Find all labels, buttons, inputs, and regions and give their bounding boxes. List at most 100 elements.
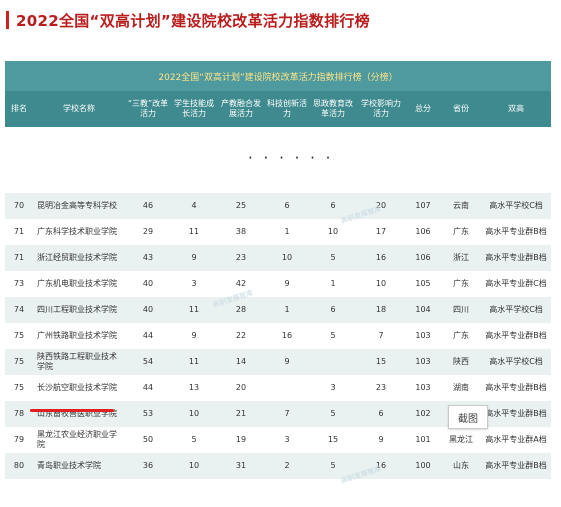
header-total: 总分 xyxy=(415,104,431,113)
cell-school: 四川工程职业技术学院 xyxy=(37,305,117,314)
header-skill-growth: 学生技能成长活力 xyxy=(174,99,214,118)
header-school: 学校名称 xyxy=(63,104,95,113)
cell-rank: 75 xyxy=(13,383,25,392)
cell-rank: 73 xyxy=(13,279,25,288)
cell-school-influence: 10 xyxy=(375,279,387,288)
cell-double-high: 高水平专业群B档 xyxy=(485,227,547,236)
cell-school-influence: 23 xyxy=(375,383,387,392)
cell-skill-growth: 3 xyxy=(191,279,197,288)
cell-tech-innovation: 2 xyxy=(284,461,290,470)
table-row: 74 四川工程职业技术学院 40 11 28 1 6 18 104 四川 高水平学校C档 xyxy=(5,297,551,323)
cell-school: 浙江经贸职业技术学院 xyxy=(37,253,117,262)
cell-industry-education: 42 xyxy=(235,279,247,288)
cell-teaching-reform: 40 xyxy=(142,279,154,288)
cell-industry-education: 31 xyxy=(235,461,247,470)
cell-province: 广东 xyxy=(453,331,469,340)
cell-school: 青岛职业技术学院 xyxy=(37,461,101,470)
table-row: 80 青岛职业技术学院 36 10 31 2 5 16 100 山东 高水平专业群B档 xyxy=(5,453,551,479)
cell-school-influence: 6 xyxy=(378,409,384,418)
cell-ideological-education: 10 xyxy=(327,227,339,236)
cell-total: 103 xyxy=(415,357,431,366)
cell-double-high: 高水平专业群B档 xyxy=(485,331,547,340)
header-teaching-reform: “三教”改革活力 xyxy=(127,99,169,118)
table-row: 79 黑龙江农业经济职业学院 50 5 19 3 15 9 101 黑龙江 高水平专业群A档 xyxy=(5,427,551,453)
cell-tech-innovation: 7 xyxy=(284,409,290,418)
cell-ideological-education: 5 xyxy=(330,461,336,470)
cell-ideological-education: 1 xyxy=(330,279,336,288)
cell-province: 湖南 xyxy=(453,383,469,392)
cell-ideological-education: 6 xyxy=(330,305,336,314)
cell-skill-growth: 4 xyxy=(191,201,197,210)
cell-school-influence: 17 xyxy=(375,227,387,236)
header-ideological-education: 思政教育改革活力 xyxy=(313,99,353,118)
cell-province: 广东 xyxy=(453,279,469,288)
cell-school-influence: 7 xyxy=(378,331,384,340)
table-row: 75 广州铁路职业技术学院 44 9 22 16 5 7 103 广东 高水平专业群B档 xyxy=(5,323,551,349)
cell-ideological-education: 3 xyxy=(330,383,336,392)
omitted-rows-gap: · · · · · · xyxy=(5,127,551,193)
cell-province: 浙江 xyxy=(453,253,469,262)
cell-province: 云南 xyxy=(453,201,469,210)
cell-rank: 80 xyxy=(13,461,25,470)
cell-school-influence: 18 xyxy=(375,305,387,314)
cell-double-high: 高水平专业群A档 xyxy=(485,435,547,444)
table-row: 73 广东机电职业技术学院 40 3 42 9 1 10 105 广东 高水平专业群C档 xyxy=(5,271,551,297)
cell-total: 105 xyxy=(415,279,431,288)
ellipsis: · · · · · · xyxy=(248,149,334,167)
cell-industry-education: 19 xyxy=(235,435,247,444)
cell-total: 107 xyxy=(415,201,431,210)
cell-teaching-reform: 54 xyxy=(142,357,154,366)
cell-tech-innovation: 16 xyxy=(281,331,293,340)
cell-teaching-reform: 53 xyxy=(142,409,154,418)
title-accent-bar xyxy=(6,11,9,29)
cell-skill-growth: 11 xyxy=(188,357,200,366)
cell-rank: 70 xyxy=(13,201,25,210)
cell-school: 黑龙江农业经济职业学院 xyxy=(37,430,117,449)
cell-school: 长沙航空职业技术学院 xyxy=(37,383,117,392)
cell-double-high: 高水平专业群B档 xyxy=(485,409,547,418)
cell-double-high: 高水平专业群C档 xyxy=(485,279,547,288)
cell-teaching-reform: 29 xyxy=(142,227,154,236)
cell-total: 104 xyxy=(415,305,431,314)
cell-double-high: 高水平专业群B档 xyxy=(485,461,547,470)
cell-tech-innovation: 3 xyxy=(284,435,290,444)
cell-double-high: 高水平专业群B档 xyxy=(485,383,547,392)
header-industry-education: 产教融合发展活力 xyxy=(221,99,261,118)
page-title: 2022全国“双高计划”建设院校改革活力指数排行榜 xyxy=(6,9,370,31)
cell-industry-education: 23 xyxy=(235,253,247,262)
cell-province: 广东 xyxy=(453,227,469,236)
cell-teaching-reform: 44 xyxy=(142,331,154,340)
cell-teaching-reform: 50 xyxy=(142,435,154,444)
page-title-text: 2022全国“双高计划”建设院校改革活力指数排行榜 xyxy=(16,11,370,30)
cell-skill-growth: 10 xyxy=(188,461,200,470)
table-body: 70 昆明冶金高等专科学校 46 4 25 6 6 20 107 云南 高水平学校C档 71 广东科学技… xyxy=(5,193,551,479)
cell-teaching-reform: 43 xyxy=(142,253,154,262)
cell-total: 106 xyxy=(415,227,431,236)
cell-school: 陕西铁路工程职业技术学院 xyxy=(37,352,117,371)
cell-total: 106 xyxy=(415,253,431,262)
cell-tech-innovation: 1 xyxy=(284,305,290,314)
cell-school-influence: 9 xyxy=(378,435,384,444)
cell-teaching-reform: 46 xyxy=(142,201,154,210)
table-row: 75 陕西铁路工程职业技术学院 54 11 14 9 15 103 陕西 高水平学校C档 xyxy=(5,349,551,375)
highlight-underline xyxy=(30,409,114,412)
cell-total: 101 xyxy=(415,435,431,444)
cell-ideological-education: 5 xyxy=(330,253,336,262)
table-row: 70 昆明冶金高等专科学校 46 4 25 6 6 20 107 云南 高水平学校C档 xyxy=(5,193,551,219)
header-double-high: 双高 xyxy=(508,104,524,113)
cell-ideological-education: 15 xyxy=(327,435,339,444)
cell-province: 陕西 xyxy=(453,357,469,366)
cell-total: 103 xyxy=(415,383,431,392)
cell-school: 昆明冶金高等专科学校 xyxy=(37,201,117,210)
cell-double-high: 高水平学校C档 xyxy=(489,305,543,314)
table-row: 71 广东科学技术职业学院 29 11 38 1 10 17 106 广东 高水平专业群B档 xyxy=(5,219,551,245)
cell-rank: 71 xyxy=(13,227,25,236)
cell-ideological-education: 6 xyxy=(330,201,336,210)
cell-province: 山东 xyxy=(453,461,469,470)
cell-skill-growth: 5 xyxy=(191,435,197,444)
cell-double-high: 高水平学校C档 xyxy=(489,201,543,210)
cell-skill-growth: 10 xyxy=(188,409,200,418)
screenshot-tooltip[interactable]: 截图 xyxy=(448,405,488,429)
cell-tech-innovation: 1 xyxy=(284,227,290,236)
cell-total: 100 xyxy=(415,461,431,470)
